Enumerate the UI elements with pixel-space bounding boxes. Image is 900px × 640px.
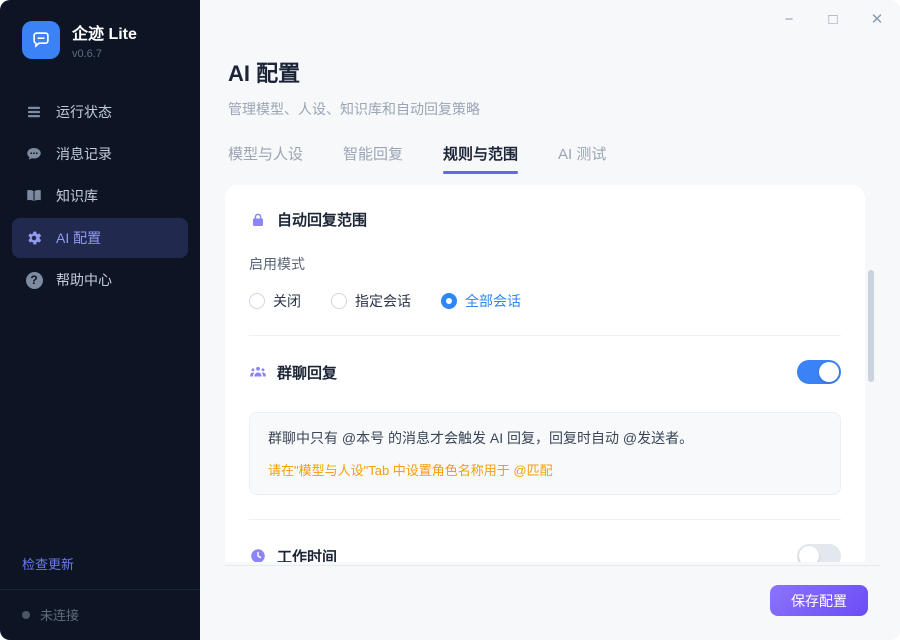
settings-card: 自动回复范围 启用模式 关闭 指定会话 (225, 185, 865, 562)
message-bubble-icon (25, 145, 43, 163)
footer-divider (225, 565, 880, 566)
group-reply-info-text: 群聊中只有 @本号 的消息才会触发 AI 回复，回复时自动 @发送者。 (268, 428, 822, 448)
app-name: 企迹 Lite (72, 20, 137, 44)
section-title: 自动回复范围 (277, 209, 367, 230)
gear-icon (25, 229, 43, 247)
sidebar-item-message-log[interactable]: 消息记录 (12, 134, 188, 174)
toggle-knob (819, 362, 839, 382)
tab-rules-scope[interactable]: 规则与范围 (443, 143, 518, 174)
help-icon: ? (25, 271, 43, 289)
radio-option-off[interactable]: 关闭 (249, 291, 301, 311)
sidebar-item-label: AI 配置 (56, 228, 101, 248)
section-title: 工作时间 (277, 546, 337, 563)
tab-model-persona[interactable]: 模型与人设 (228, 143, 303, 174)
app-logo-icon (22, 21, 60, 59)
radio-circle-icon (249, 293, 265, 309)
tab-smart-reply[interactable]: 智能回复 (343, 143, 403, 174)
section-group-reply: 群聊回复 群聊中只有 @本号 的消息才会触发 AI 回复，回复时自动 @发送者。… (225, 336, 865, 519)
toggle-knob (799, 546, 819, 562)
work-hours-toggle[interactable] (797, 544, 841, 562)
close-icon[interactable]: ✕ (868, 10, 886, 30)
radio-label: 全部会话 (465, 291, 521, 311)
save-config-button[interactable]: 保存配置 (770, 585, 868, 616)
connection-status-row: 未连接 (0, 590, 200, 640)
minimize-icon[interactable]: − (780, 10, 798, 30)
radio-label: 指定会话 (355, 291, 411, 311)
group-people-icon (249, 363, 267, 381)
sidebar-item-ai-config[interactable]: AI 配置 (12, 218, 188, 258)
sidebar-item-label: 消息记录 (56, 144, 112, 164)
section-header: 群聊回复 (249, 360, 841, 384)
tab-ai-test[interactable]: AI 测试 (558, 143, 606, 174)
sidebar-item-label: 运行状态 (56, 102, 112, 122)
sidebar: 企迹 Lite v0.6.7 运行状态 消息记录 知识库 (0, 0, 200, 640)
sidebar-item-knowledge-base[interactable]: 知识库 (12, 176, 188, 216)
sidebar-item-run-status[interactable]: 运行状态 (12, 92, 188, 132)
section-title: 群聊回复 (277, 362, 337, 383)
radio-option-all-sessions[interactable]: 全部会话 (441, 291, 521, 311)
sidebar-nav: 运行状态 消息记录 知识库 AI 配置 (0, 92, 200, 300)
app-version: v0.6.7 (72, 48, 137, 60)
window-controls: − □ ✕ (780, 10, 886, 30)
connection-status-text: 未连接 (40, 605, 79, 624)
brand-text: 企迹 Lite v0.6.7 (72, 20, 137, 60)
main-content: − □ ✕ AI 配置 管理模型、人设、知识库和自动回复策略 模型与人设 智能回… (200, 0, 900, 640)
radio-circle-icon (331, 293, 347, 309)
connection-status-dot-icon (22, 611, 30, 619)
page-title: AI 配置 (228, 56, 480, 88)
radio-label: 关闭 (273, 291, 301, 311)
section-header: 工作时间 (249, 544, 841, 562)
page-subtitle: 管理模型、人设、知识库和自动回复策略 (228, 99, 480, 119)
sidebar-item-help-center[interactable]: ? 帮助中心 (12, 260, 188, 300)
vertical-scrollbar[interactable] (868, 270, 874, 382)
lock-icon (249, 211, 267, 229)
brand: 企迹 Lite v0.6.7 (0, 0, 200, 60)
enable-mode-radio-group: 关闭 指定会话 全部会话 (249, 291, 841, 311)
app-window: 企迹 Lite v0.6.7 运行状态 消息记录 知识库 (0, 0, 900, 640)
group-reply-toggle[interactable] (797, 360, 841, 384)
maximize-icon[interactable]: □ (824, 10, 842, 30)
sidebar-item-label: 帮助中心 (56, 270, 112, 290)
status-list-icon (25, 103, 43, 121)
sidebar-item-label: 知识库 (56, 186, 98, 206)
radio-option-specified-sessions[interactable]: 指定会话 (331, 291, 411, 311)
enable-mode-label: 启用模式 (249, 254, 841, 274)
radio-circle-icon (441, 293, 457, 309)
book-icon (25, 187, 43, 205)
page-header: AI 配置 管理模型、人设、知识库和自动回复策略 (228, 56, 480, 119)
section-auto-reply-scope: 自动回复范围 启用模式 关闭 指定会话 (225, 185, 865, 335)
sidebar-footer: 检查更新 未连接 (0, 554, 200, 640)
settings-scroll-area: 自动回复范围 启用模式 关闭 指定会话 (225, 185, 865, 562)
tab-bar: 模型与人设 智能回复 规则与范围 AI 测试 (228, 143, 606, 174)
clock-icon (249, 547, 267, 562)
section-header: 自动回复范围 (249, 209, 841, 230)
group-reply-warning-text: 请在"模型与人设"Tab 中设置角色名称用于 @匹配 (268, 460, 822, 479)
section-work-hours: 工作时间 (225, 520, 865, 562)
check-update-link[interactable]: 检查更新 (0, 554, 200, 589)
group-reply-info-box: 群聊中只有 @本号 的消息才会触发 AI 回复，回复时自动 @发送者。 请在"模… (249, 412, 841, 495)
